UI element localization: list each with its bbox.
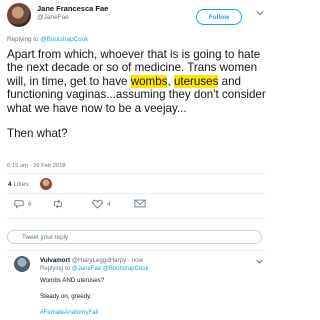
retweet-action[interactable]: [52, 199, 68, 209]
reply-input[interactable]: Tweet your reply: [7, 230, 262, 244]
reply-replying-prefix: Replying to: [40, 266, 71, 272]
divider: [7, 173, 265, 174]
tweet-timestamp[interactable]: 6:19 am - 26 Feb 2018: [7, 163, 66, 169]
author-handle[interactable]: @JaneFae: [37, 14, 69, 21]
reply-replying-to: Replying to @JaneFae @BootstrapCook: [40, 266, 149, 272]
reply-text-line1: Wombs AND uteruses?: [40, 277, 105, 284]
envelope-icon: [134, 199, 146, 208]
like-action[interactable]: 4: [92, 199, 111, 209]
author-name[interactable]: Jane Francesca Fae: [37, 4, 108, 13]
tweet-comma: ,: [167, 74, 171, 88]
like-count: 4: [107, 200, 111, 208]
reply-author-name[interactable]: Vulvamort: [40, 257, 70, 264]
divider: [7, 218, 265, 219]
replying-prefix: Replying to: [7, 36, 39, 43]
highlight-wombs: wombs: [130, 74, 168, 88]
chevron-down-icon[interactable]: [256, 258, 263, 265]
message-action[interactable]: [134, 199, 150, 208]
reply-hashtag[interactable]: #FemaleAnatomyFail: [40, 309, 98, 316]
highlight-uteruses: uteruses: [173, 74, 219, 88]
reply-author-line: Vulvamort @HairyLeggdHarpy · now: [40, 257, 143, 264]
reply-count: 6: [28, 200, 32, 208]
divider: [7, 193, 265, 194]
retweet-icon: [54, 199, 62, 209]
tweet-text-then: Then what?: [7, 127, 68, 141]
author-avatar[interactable]: [7, 3, 31, 27]
likes-stat[interactable]: 4 Likes: [8, 181, 29, 188]
likes-count: 4: [8, 181, 12, 188]
reply-author-avatar[interactable]: [14, 256, 30, 272]
follow-button[interactable]: Follow: [196, 9, 242, 25]
divider: [7, 250, 265, 251]
reply-icon: [14, 200, 24, 209]
replying-to-link[interactable]: @BootstrapCook: [40, 36, 88, 43]
reply-action[interactable]: 6: [14, 199, 32, 209]
liker-avatar[interactable]: [40, 178, 52, 190]
tweet-text: Apart from which, whoever that is is goi…: [7, 48, 269, 140]
reply-text-line2: Steady on, greedy.: [40, 293, 92, 300]
replying-to: Replying to @BootstrapCook: [7, 36, 88, 43]
likes-label: Likes: [13, 181, 29, 188]
heart-icon: [92, 199, 103, 209]
chevron-down-icon[interactable]: [256, 9, 264, 17]
reply-replying-to-link[interactable]: @JaneFae @BootstrapCook: [72, 266, 149, 272]
reply-author-meta: @HairyLeggdHarpy · now: [71, 257, 144, 264]
